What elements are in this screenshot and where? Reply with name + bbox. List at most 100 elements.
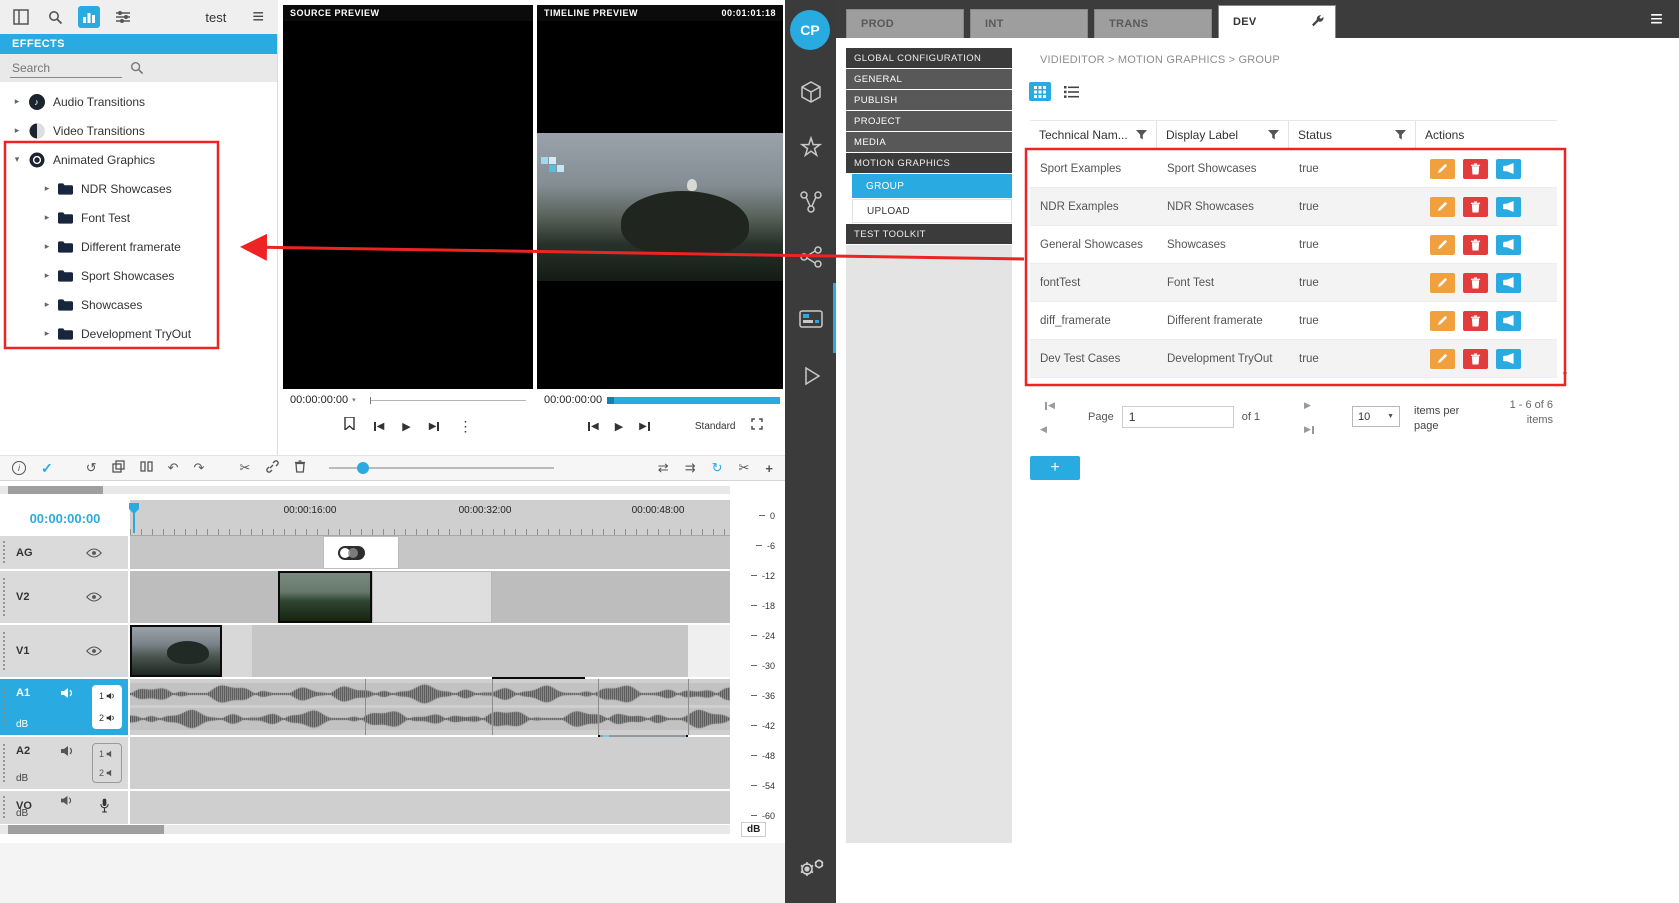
track-a1-header[interactable]: A1 dB 1 2 xyxy=(0,679,130,735)
redo-icon[interactable]: ↷ xyxy=(194,460,205,476)
player-module-icon[interactable] xyxy=(797,362,825,390)
filter-icon[interactable] xyxy=(1136,130,1147,140)
swap-icon[interactable]: ⇄ xyxy=(658,460,669,476)
chevron-right-icon[interactable]: ▸ xyxy=(40,183,54,194)
chevron-right-icon[interactable]: ▸ xyxy=(40,270,54,281)
user-avatar[interactable]: CP xyxy=(790,10,830,50)
last-page-button[interactable]: ▶ xyxy=(1304,424,1315,435)
effects-mode-icon[interactable] xyxy=(78,6,100,28)
zoom-slider-knob[interactable] xyxy=(357,462,369,474)
tree-item-folder[interactable]: ▸ Font Test xyxy=(0,203,277,232)
page-number-input[interactable] xyxy=(1122,406,1234,428)
chevron-right-icon[interactable]: ▸ xyxy=(40,241,54,252)
nav-header-motion-graphics[interactable]: MOTION GRAPHICS xyxy=(846,153,1012,173)
table-row[interactable]: diff_framerate Different framerate true xyxy=(1030,302,1557,340)
channel-box[interactable]: 1 2 xyxy=(92,743,122,783)
chevron-right-icon[interactable]: ▸ xyxy=(10,125,24,136)
chevron-right-icon[interactable]: ▸ xyxy=(40,299,54,310)
nav-item-group[interactable]: GROUP xyxy=(852,174,1012,198)
validate-icon[interactable]: ✓ xyxy=(41,460,53,477)
track-v2-content[interactable] xyxy=(130,571,730,623)
delete-button[interactable] xyxy=(1463,235,1488,255)
speaker-icon[interactable] xyxy=(60,795,73,806)
assets-module-icon[interactable] xyxy=(797,78,825,106)
filter-icon[interactable] xyxy=(1395,130,1406,140)
track-vo-content[interactable] xyxy=(130,791,730,824)
edit-button[interactable] xyxy=(1430,273,1455,293)
chevron-right-icon[interactable]: ▸ xyxy=(10,96,24,107)
nav-header-global-configuration[interactable]: GLOBAL CONFIGURATION xyxy=(846,48,1012,68)
split-clip-icon[interactable] xyxy=(140,460,153,476)
tab-int[interactable]: INT xyxy=(970,9,1088,38)
tree-item-audio-transitions[interactable]: ▸ ♪ Audio Transitions xyxy=(0,87,277,116)
previous-page-button[interactable]: ◀ xyxy=(1040,424,1047,435)
skip-back-icon[interactable]: ◀ xyxy=(587,421,599,432)
tab-prod[interactable]: PROD xyxy=(846,9,964,38)
timeline-ruler[interactable]: 00:00:16:00 00:00:32:00 00:00:48:00 xyxy=(130,500,730,536)
ripple-icon[interactable]: ⇉ xyxy=(685,460,696,476)
table-row[interactable]: General Showcases Showcases true xyxy=(1030,226,1557,264)
add-group-button[interactable]: + xyxy=(1030,456,1080,480)
move-tool-icon[interactable]: + xyxy=(765,461,773,476)
video-clip[interactable] xyxy=(222,625,252,677)
add-marker-icon[interactable] xyxy=(344,417,355,435)
table-row[interactable]: Dev Test Cases Development TryOut true xyxy=(1030,340,1557,378)
table-row[interactable]: fontTest Font Test true xyxy=(1030,264,1557,302)
history-icon[interactable]: ↺ xyxy=(86,460,97,476)
delete-button[interactable] xyxy=(1463,349,1488,369)
videditor-module-icon[interactable] xyxy=(797,305,825,333)
more-options-icon[interactable]: ⋮ xyxy=(458,418,472,435)
undo-icon[interactable]: ↶ xyxy=(168,460,179,476)
table-row[interactable]: NDR Examples NDR Showcases true xyxy=(1030,188,1557,226)
table-scrollbar-down-icon[interactable]: ▼ xyxy=(1561,370,1569,379)
track-v2-header[interactable]: V2 xyxy=(0,571,130,623)
tree-item-folder[interactable]: ▸ Sport Showcases xyxy=(0,261,277,290)
delete-button[interactable] xyxy=(1463,159,1488,179)
playhead-timecode[interactable]: 00:00:00:00 xyxy=(0,500,130,536)
video-clip[interactable] xyxy=(278,571,372,623)
column-technical-name[interactable]: Technical Nam... xyxy=(1030,121,1157,149)
eye-icon[interactable] xyxy=(86,548,102,558)
track-ag-header[interactable]: AG xyxy=(0,536,130,569)
tree-item-folder[interactable]: ▸ NDR Showcases xyxy=(0,174,277,203)
timeline-hscrollbar-top[interactable] xyxy=(0,486,730,494)
timeline-seek-bar[interactable] xyxy=(607,397,780,404)
razor-icon[interactable]: ✂ xyxy=(739,460,750,476)
nav-item-publish[interactable]: PUBLISH xyxy=(846,90,1012,110)
timeline-preview-video[interactable] xyxy=(537,21,783,389)
publish-button[interactable] xyxy=(1496,159,1521,179)
nav-item-general[interactable]: GENERAL xyxy=(846,69,1012,89)
tree-item-animated-graphics[interactable]: ▾ Animated Graphics xyxy=(0,145,277,174)
layout-panels-icon[interactable] xyxy=(10,6,32,28)
first-page-button[interactable]: ◀ xyxy=(1044,400,1055,411)
search-icon[interactable] xyxy=(44,6,66,28)
unlink-icon[interactable] xyxy=(265,460,279,476)
edit-button[interactable] xyxy=(1430,197,1455,217)
filter-icon[interactable] xyxy=(1268,130,1279,140)
chevron-right-icon[interactable]: ▸ xyxy=(40,212,54,223)
info-icon[interactable]: i xyxy=(12,461,26,475)
nav-item-upload[interactable]: UPLOAD xyxy=(852,199,1012,223)
publish-button[interactable] xyxy=(1496,273,1521,293)
track-a1-content[interactable] xyxy=(130,679,730,735)
sliders-icon[interactable] xyxy=(112,6,134,28)
chevron-right-icon[interactable]: ▸ xyxy=(40,328,54,339)
source-preview-video[interactable] xyxy=(283,21,533,389)
speaker-icon[interactable] xyxy=(60,745,74,757)
source-seek-slider[interactable] xyxy=(370,400,526,401)
publish-button[interactable] xyxy=(1496,311,1521,331)
effects-module-icon[interactable] xyxy=(797,133,825,161)
delete-icon[interactable] xyxy=(294,460,306,476)
db-button[interactable]: dB xyxy=(16,808,28,819)
track-a2-content[interactable] xyxy=(130,737,730,789)
nav-item-project[interactable]: PROJECT xyxy=(846,111,1012,131)
chevron-down-icon[interactable]: ▾ xyxy=(10,154,24,165)
zoom-slider[interactable] xyxy=(329,467,554,469)
eye-icon[interactable] xyxy=(86,592,102,602)
connections-module-icon[interactable] xyxy=(797,243,825,271)
config-menu-icon[interactable]: ≡ xyxy=(1650,6,1663,32)
edit-button[interactable] xyxy=(1430,159,1455,179)
publish-button[interactable] xyxy=(1496,197,1521,217)
fullscreen-icon[interactable] xyxy=(751,417,763,435)
track-v1-content[interactable] xyxy=(130,625,730,677)
